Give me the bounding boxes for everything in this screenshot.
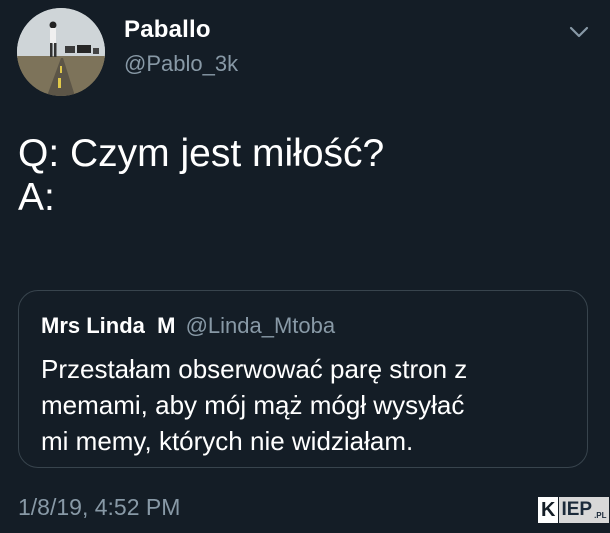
quoted-author-handle: @Linda_Mtoba [185, 313, 336, 338]
quoted-text-line: memami, aby mój mąż mógł wysyłać [41, 390, 465, 420]
quoted-text-line: Przestałam obserwować parę stron z [41, 354, 468, 384]
tweet-timestamp[interactable]: 1/8/19, 4:52 PM [18, 494, 180, 521]
watermark-iep: IEP [558, 497, 595, 523]
quoted-tweet[interactable]: Mrs Linda M @Linda_Mtoba Przestałam obse… [18, 290, 588, 468]
tweet-card: Paballo @Pablo_3k Q: Czym jest miłość? A… [0, 0, 610, 533]
avatar-image [17, 8, 105, 96]
quoted-author-name: Mrs Linda M [41, 313, 176, 338]
chevron-down-icon[interactable] [566, 22, 592, 42]
quoted-text-line: mi memy, których nie widziałam. [41, 426, 414, 456]
watermark-k: K [538, 497, 559, 523]
tweet-text: Q: Czym jest miłość? A: [18, 132, 588, 220]
watermark-logo: K IEP .PL [538, 497, 609, 523]
author-handle[interactable]: @Pablo_3k [124, 51, 238, 77]
tweet-text-line: A: [18, 176, 55, 219]
quoted-tweet-header: Mrs Linda M @Linda_Mtoba [41, 313, 335, 339]
watermark-suffix: .PL [594, 497, 609, 523]
quoted-tweet-text: Przestałam obserwować parę stron z memam… [41, 351, 571, 459]
author-name[interactable]: Paballo [124, 16, 211, 44]
avatar[interactable] [17, 8, 105, 96]
tweet-text-line: Q: Czym jest miłość? [18, 132, 385, 175]
